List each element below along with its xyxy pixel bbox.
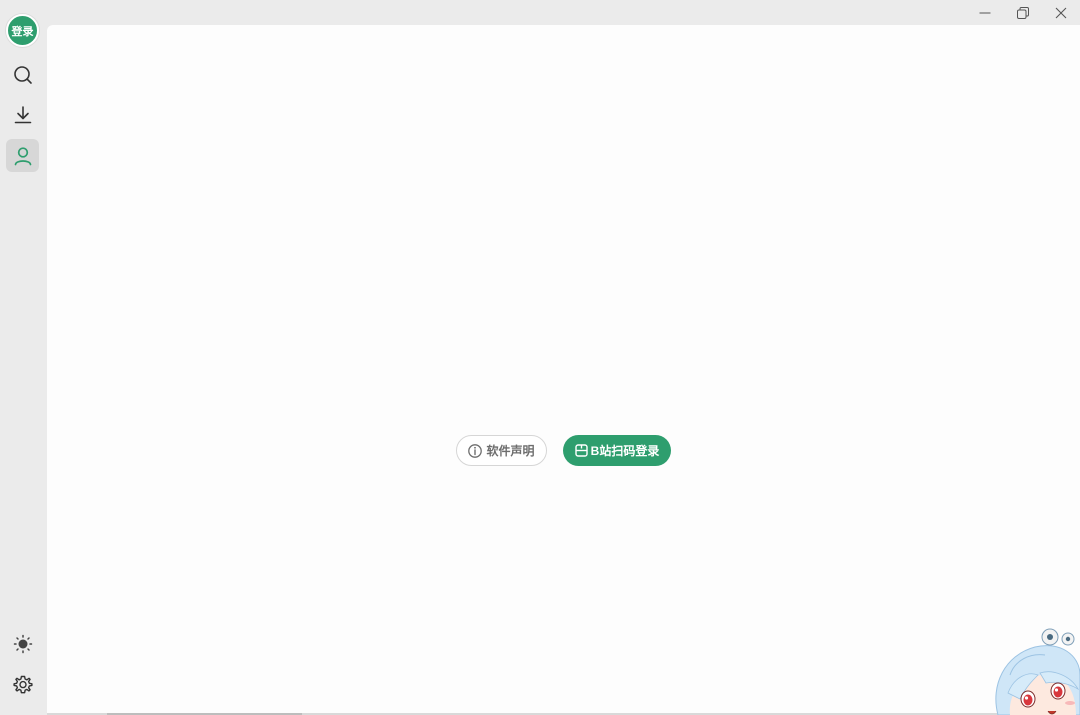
- app-window: 登录 软件声明 B站扫码登录: [0, 0, 1080, 715]
- restore-button[interactable]: [1004, 0, 1042, 25]
- disclaimer-label: 软件声明: [486, 444, 535, 458]
- sidebar: 登录: [0, 0, 47, 715]
- title-bar: [0, 0, 1080, 25]
- login-actions: 软件声明 B站扫码登录: [456, 435, 671, 466]
- minimize-button[interactable]: [966, 0, 1004, 25]
- sidebar-item-search[interactable]: [6, 58, 39, 91]
- sidebar-item-user[interactable]: [6, 139, 39, 172]
- sidebar-item-settings[interactable]: [6, 668, 39, 701]
- main-content: 软件声明 B站扫码登录: [47, 25, 1080, 713]
- qr-login-button[interactable]: B站扫码登录: [563, 435, 671, 466]
- minimize-icon: [979, 12, 991, 13]
- info-icon: [468, 443, 483, 458]
- sun-icon: [13, 634, 32, 653]
- scan-icon: [574, 444, 588, 457]
- disclaimer-button[interactable]: 软件声明: [456, 435, 547, 466]
- search-icon: [13, 65, 32, 84]
- sidebar-item-theme[interactable]: [6, 627, 39, 660]
- download-icon: [14, 105, 31, 123]
- window-controls: [966, 0, 1080, 25]
- sidebar-item-download[interactable]: [6, 98, 39, 131]
- user-icon: [14, 146, 31, 165]
- mascot-illustration: [980, 615, 1080, 715]
- qr-login-label: B站扫码登录: [590, 444, 660, 458]
- close-button[interactable]: [1042, 0, 1080, 25]
- close-icon: [1055, 7, 1067, 18]
- gear-icon: [12, 675, 33, 693]
- restore-icon: [1017, 6, 1029, 19]
